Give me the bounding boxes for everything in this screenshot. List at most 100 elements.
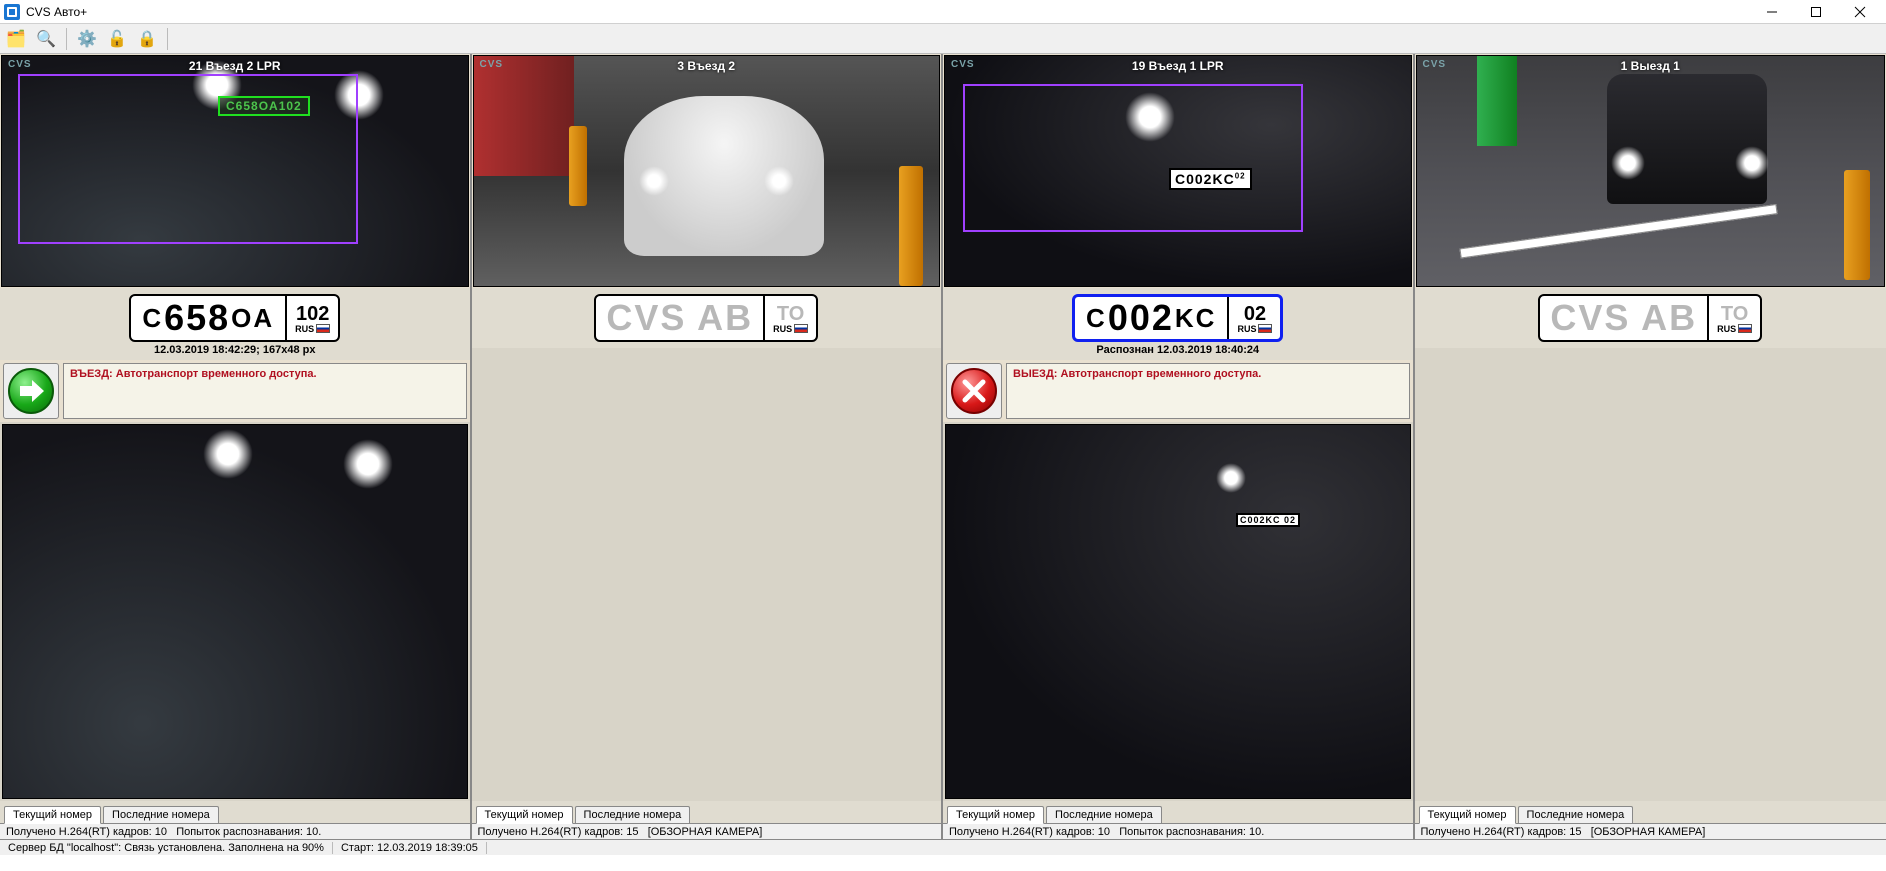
app-title: CVS Авто+ <box>26 5 1750 19</box>
tab-current-plate[interactable]: Текущий номер <box>4 806 101 824</box>
toolbar-sessions-icon[interactable]: 🗂️ <box>4 27 28 51</box>
global-statusbar: Сервер БД "localhost": Связь установлена… <box>0 839 1886 855</box>
camera-view[interactable]: CVS 3 Въезд 2 <box>473 55 941 287</box>
camera-title: 21 Въезд 2 LPR <box>2 59 468 73</box>
plate-display: CVS AB TO RUS <box>472 288 942 348</box>
headlight-glare <box>1611 146 1645 180</box>
headlight-glare <box>764 166 794 196</box>
tab-current-plate[interactable]: Текущий номер <box>476 806 573 824</box>
maximize-button[interactable] <box>1794 1 1838 23</box>
barrier-post <box>569 126 587 206</box>
plate-region: TO RUS <box>1707 296 1760 340</box>
snapshot-area: CVS <box>0 422 470 801</box>
plate-region: 102 RUS <box>285 296 338 340</box>
plate-display: CVS AB TO RUS <box>1415 288 1886 348</box>
toolbar-separator <box>167 28 168 50</box>
camera-view[interactable]: CVS 1 Выезд 1 <box>1416 55 1886 287</box>
tabstrip: Текущий номер Последние номера <box>943 801 1413 823</box>
column-status: Получено H.264(RT) кадров: 15 [ОБЗОРНАЯ … <box>1415 823 1886 839</box>
tab-current-plate[interactable]: Текущий номер <box>1419 806 1516 824</box>
plate-main-placeholder: CVS AB <box>1540 296 1707 340</box>
camera-view[interactable]: CVS 21 Въезд 2 LPR C658OA102 <box>1 55 469 287</box>
status-message: ВЪЕЗД: Автотранспорт временного доступа. <box>63 363 467 419</box>
plate-region: TO RUS <box>763 296 816 340</box>
headlight-glare <box>343 439 393 489</box>
tab-last-plates[interactable]: Последние номера <box>103 806 219 823</box>
snapshot-image[interactable]: CVS C002KC 02 <box>945 424 1411 799</box>
column-status: Получено H.264(RT) кадров: 10 Попыток ра… <box>0 823 470 839</box>
license-plate: CVS AB TO RUS <box>1538 294 1762 342</box>
toolbar-separator <box>66 28 67 50</box>
toolbar-settings-icon[interactable]: ⚙️ <box>75 27 99 51</box>
titlebar: CVS Авто+ <box>0 0 1886 24</box>
plate-display: C658OA 102 RUS 12.03.2019 18:42:29; 167x… <box>0 288 470 360</box>
status-row: ВЪЕЗД: Автотранспорт временного доступа. <box>0 360 470 422</box>
barrier-post <box>1844 170 1870 280</box>
column-status: Получено H.264(RT) кадров: 15 [ОБЗОРНАЯ … <box>472 823 942 839</box>
camera-grid: CVS 21 Въезд 2 LPR C658OA102 C658OA 102 … <box>0 54 1886 839</box>
license-plate: CVS AB TO RUS <box>594 294 818 342</box>
camera-scene <box>3 425 467 798</box>
license-plate: C658OA 102 RUS <box>129 294 340 342</box>
tab-last-plates[interactable]: Последние номера <box>1518 806 1634 823</box>
plate-snapshot-label: C002KC 02 <box>1236 513 1300 527</box>
plate-display: C002KC 02 RUS Распознан 12.03.2019 18:40… <box>943 288 1413 360</box>
snapshot-area <box>472 348 942 801</box>
tabstrip: Текущий номер Последние номера <box>1415 801 1886 823</box>
plate-main: C658OA <box>131 296 285 340</box>
start-time: Старт: 12.03.2019 18:39:05 <box>333 842 487 854</box>
snapshot-area: CVS C002KC 02 <box>943 422 1413 801</box>
tab-last-plates[interactable]: Последние номера <box>1046 806 1162 823</box>
minimize-button[interactable] <box>1750 1 1794 23</box>
snapshot-area <box>1415 348 1886 801</box>
allow-arrow-icon <box>8 368 54 414</box>
headlight-glare <box>639 166 669 196</box>
status-iconbox <box>3 363 59 419</box>
tab-current-plate[interactable]: Текущий номер <box>947 806 1044 824</box>
db-status: Сервер БД "localhost": Связь установлена… <box>0 842 333 854</box>
toolbar: 🗂️ 🔍 ⚙️ 🔓 🔒 <box>0 24 1886 54</box>
flag-ru-icon <box>794 324 808 333</box>
flag-ru-icon <box>1258 324 1272 333</box>
camera-view[interactable]: CVS 19 Въезд 1 LPR C002KC02 <box>944 55 1412 287</box>
flag-ru-icon <box>316 324 330 333</box>
camera-title: 3 Въезд 2 <box>474 59 940 73</box>
toolbar-lock-icon[interactable]: 🔒 <box>135 27 159 51</box>
plate-main: C002KC <box>1075 297 1227 339</box>
column-status: Получено H.264(RT) кадров: 10 Попыток ра… <box>943 823 1413 839</box>
camera-column: CVS 1 Выезд 1 CVS AB TO RUS Текущий номе… <box>1415 54 1886 839</box>
tabstrip: Текущий номер Последние номера <box>472 801 942 823</box>
camera-column: CVS 3 Въезд 2 CVS AB TO RUS Текущий номе… <box>472 54 944 839</box>
detection-roi <box>963 84 1303 232</box>
camera-title: 19 Въезд 1 LPR <box>945 59 1411 73</box>
status-message: ВЫЕЗД: Автотранспорт временного доступа. <box>1006 363 1410 419</box>
camera-column: CVS 21 Въезд 2 LPR C658OA102 C658OA 102 … <box>0 54 472 839</box>
plate-detection-box: C658OA102 <box>218 96 310 116</box>
headlight-glare <box>1216 463 1246 493</box>
plate-caption: Распознан 12.03.2019 18:40:24 <box>947 344 1409 356</box>
toolbar-search-icon[interactable]: 🔍 <box>34 27 58 51</box>
camera-column: CVS 19 Въезд 1 LPR C002KC02 C002KC 02 RU… <box>943 54 1415 839</box>
plate-region: 02 RUS <box>1227 297 1280 339</box>
plate-detection-bright: C002KC02 <box>1169 168 1252 190</box>
camera-title: 1 Выезд 1 <box>1417 59 1885 73</box>
tab-last-plates[interactable]: Последние номера <box>575 806 691 823</box>
headlight-glare <box>1735 146 1769 180</box>
status-iconbox <box>946 363 1002 419</box>
app-icon <box>4 4 20 20</box>
scene-car-dark <box>1607 74 1767 204</box>
license-plate: C002KC 02 RUS <box>1072 294 1283 342</box>
camera-scene <box>946 425 1410 798</box>
close-button[interactable] <box>1838 1 1882 23</box>
toolbar-unlock-icon[interactable]: 🔓 <box>105 27 129 51</box>
flag-ru-icon <box>1738 324 1752 333</box>
status-row: ВЫЕЗД: Автотранспорт временного доступа. <box>943 360 1413 422</box>
snapshot-image[interactable]: CVS <box>2 424 468 799</box>
scene-building <box>474 56 574 176</box>
headlight-glare <box>203 429 253 479</box>
plate-caption: 12.03.2019 18:42:29; 167x48 px <box>4 344 466 356</box>
plate-main-placeholder: CVS AB <box>596 296 763 340</box>
deny-x-icon <box>951 368 997 414</box>
tabstrip: Текущий номер Последние номера <box>0 801 470 823</box>
barrier-post <box>899 166 923 286</box>
